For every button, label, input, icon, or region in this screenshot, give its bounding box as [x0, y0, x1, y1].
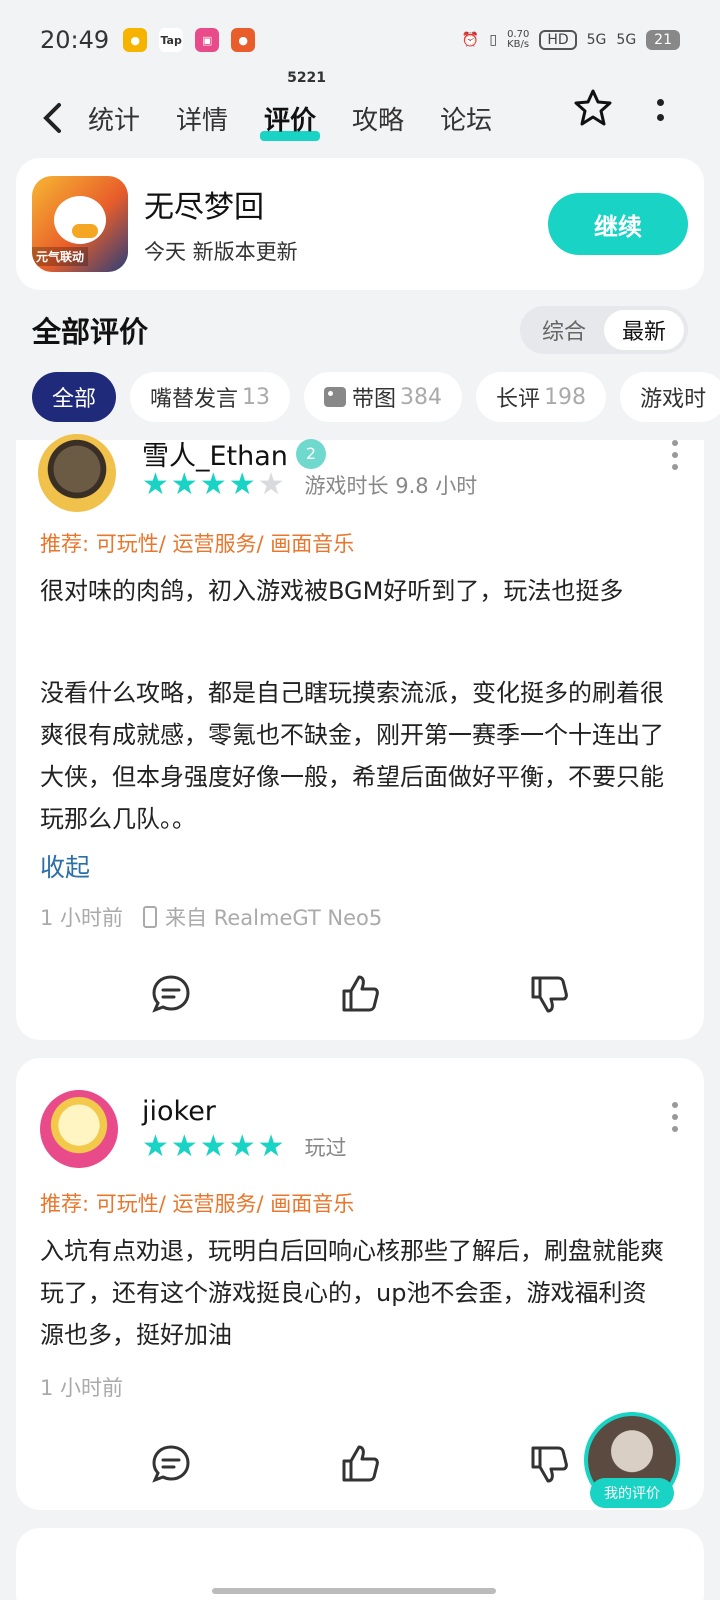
chip-label: 嘴替发言: [150, 387, 239, 412]
tab-reviews-label: 评价: [264, 105, 317, 136]
star-filled-icon: ★: [170, 467, 198, 502]
thumbs-up-icon[interactable]: [338, 1442, 382, 1486]
hd-badge: HD: [539, 30, 577, 50]
game-icon[interactable]: 元气联动: [32, 176, 128, 272]
game-info: 无尽梦回 今天 新版本更新: [144, 182, 298, 266]
reviews-title: 全部评价: [32, 315, 149, 349]
tab-guides[interactable]: 攻略: [352, 100, 404, 137]
tab-stats[interactable]: 统计: [88, 100, 140, 137]
review-time: 1 小时前: [40, 906, 124, 930]
review-time: 1 小时前: [40, 1376, 124, 1400]
avatar[interactable]: [40, 1090, 118, 1168]
chip-label: 带图: [352, 387, 397, 412]
continue-button[interactable]: 继续: [548, 193, 688, 255]
net-speed: 0.70 KB/s: [507, 29, 530, 50]
bilibili-icon: ▣: [195, 28, 220, 52]
home-indicator[interactable]: [212, 1588, 496, 1594]
star-filled-icon: ★: [228, 1129, 256, 1164]
play-time: 游戏时长 9.8 小时: [304, 474, 478, 498]
comment-icon[interactable]: [149, 972, 193, 1016]
chip-count: 13: [242, 384, 271, 410]
review-tags: 推荐: 可玩性/ 运营服务/ 画面音乐: [40, 532, 355, 556]
chip-label: 长评: [496, 387, 541, 412]
tab-details[interactable]: 详情: [176, 100, 228, 137]
game-name: 无尽梦回: [144, 190, 264, 225]
review-more-icon[interactable]: [672, 440, 678, 470]
review-meta: 1 小时前: [40, 1372, 123, 1402]
reviews-header: 全部评价 综合 最新: [32, 306, 688, 354]
level-badge: 2: [295, 438, 326, 469]
star-empty-icon: ★: [257, 467, 285, 502]
tab-forum[interactable]: 论坛: [440, 100, 492, 137]
game-card[interactable]: 元气联动 无尽梦回 今天 新版本更新 继续: [16, 158, 704, 290]
sort-toggle: 综合 最新: [519, 306, 688, 354]
status-bar: 20:49 ● Tap ▣ ● ⏰ ▯ 0.70 KB/s HD 5G 5G 2…: [0, 0, 720, 80]
tab-bar: 统计 详情 评价 5221 攻略 论坛: [88, 70, 492, 141]
play-status: 玩过: [304, 1136, 347, 1160]
comment-icon[interactable]: [149, 1442, 193, 1486]
battery-icon: 21: [646, 30, 680, 50]
review-more-icon[interactable]: [672, 1102, 678, 1132]
thumbs-up-icon[interactable]: [338, 972, 382, 1016]
status-time: 20:49: [40, 26, 110, 54]
chip-all-label: 全部: [52, 387, 97, 412]
thumbs-down-icon[interactable]: [527, 972, 571, 1016]
sort-option-latest[interactable]: 最新: [603, 310, 684, 350]
review-device: 来自 RealmeGT Neo5: [165, 906, 383, 930]
chip-long-reviews[interactable]: 长评 198: [476, 372, 607, 422]
review-actions: [16, 972, 704, 1016]
chip-count: 198: [544, 384, 587, 410]
alarm-icon: ⏰: [461, 32, 480, 48]
review-text: 很对味的肉鸽，初入游戏被BGM好听到了，玩法也挺多: [40, 577, 624, 605]
tab-reviews-count: 5221: [287, 69, 327, 86]
chip-count: 384: [400, 384, 443, 410]
game-app-icon: ●: [231, 28, 256, 52]
star-filled-icon: ★: [228, 467, 256, 502]
review-meta: 1 小时前 来自 RealmeGT Neo5: [40, 902, 382, 932]
vibrate-icon: ▯: [489, 32, 498, 48]
chip-playtime[interactable]: 游戏时: [620, 372, 720, 422]
star-filled-icon: ★: [199, 1129, 227, 1164]
signal-1: 5G: [586, 32, 607, 48]
back-icon[interactable]: [36, 102, 68, 134]
status-right: ⏰ ▯ 0.70 KB/s HD 5G 5G 21: [462, 30, 680, 50]
rating-stars: ★ ★ ★ ★ ★ 游戏时长 9.8 小时: [142, 470, 477, 500]
rating-stars: ★ ★ ★ ★ ★ 玩过: [142, 1132, 347, 1162]
star-filled-icon: ★: [170, 1129, 198, 1164]
filter-chips: 全部 嘴替发言 13 带图 384 长评 198 游戏时: [32, 372, 720, 422]
image-icon: [324, 387, 347, 407]
star-filled-icon: ★: [142, 467, 169, 502]
game-update-status: 今天 新版本更新: [144, 240, 298, 264]
collapse-link[interactable]: 收起: [40, 848, 90, 884]
chip-label: 游戏时: [640, 387, 707, 412]
star-filled-icon: ★: [142, 1129, 169, 1164]
weibo-icon: ●: [123, 28, 148, 52]
review-text: 入坑有点劝退，玩明白后回响心核那些了解后，刷盘就能爽玩了，还有这个游戏挺良心的，…: [40, 1237, 664, 1349]
star-outline-icon[interactable]: [573, 88, 613, 132]
chip-with-images[interactable]: 带图 384: [304, 372, 463, 422]
nav-actions: [573, 88, 664, 132]
thumbs-down-icon[interactable]: [527, 1442, 571, 1486]
review-user[interactable]: jioker: [142, 1096, 216, 1127]
review-text: 没看什么攻略，都是自己瞎玩摸索流派，变化挺多的刷着很爽很有成就感，零氪也不缺金，…: [40, 679, 664, 833]
tab-reviews[interactable]: 评价 5221: [260, 70, 326, 141]
review-card: 雪人_Ethan 2 ★ ★ ★ ★ ★ 游戏时长 9.8 小时 推荐: 可玩性…: [16, 434, 704, 1040]
phone-icon: [143, 906, 158, 928]
chip-all[interactable]: 全部: [32, 372, 117, 422]
review-tags: 推荐: 可玩性/ 运营服务/ 画面音乐: [40, 1192, 355, 1216]
sort-option-overall[interactable]: 综合: [524, 310, 604, 350]
avatar[interactable]: [38, 434, 116, 512]
game-icon-badge: 元气联动: [32, 247, 89, 266]
top-nav: 统计 详情 评价 5221 攻略 论坛: [0, 70, 720, 156]
status-app-icons: ● Tap ▣ ●: [123, 28, 256, 52]
star-filled-icon: ★: [257, 1129, 285, 1164]
more-vertical-icon[interactable]: [657, 99, 664, 121]
star-filled-icon: ★: [199, 467, 227, 502]
my-review-button[interactable]: 我的评价: [590, 1478, 674, 1508]
chip-mouthpiece[interactable]: 嘴替发言 13: [130, 372, 291, 422]
taptap-icon: Tap: [159, 28, 184, 52]
user-name: jioker: [142, 1096, 216, 1127]
signal-2: 5G: [616, 32, 637, 48]
